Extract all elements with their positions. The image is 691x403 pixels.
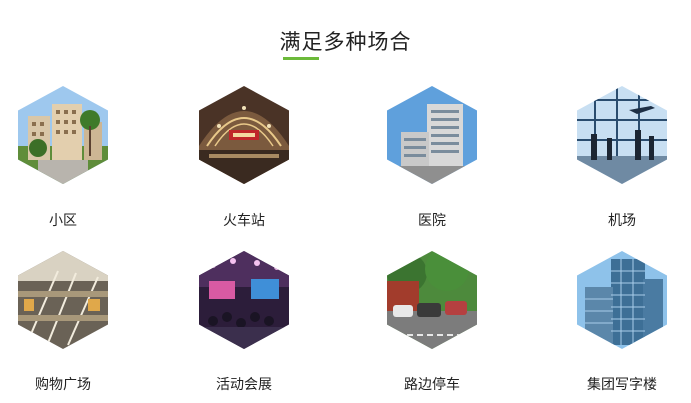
section-title: 满足多种场合 [279, 30, 412, 54]
train-station-photo [199, 86, 289, 184]
scene-label-exhibition: 活动会展 [216, 377, 272, 393]
scene-card-hospital[interactable]: 医院 [372, 86, 492, 236]
shopping-mall-photo [18, 251, 108, 349]
office-tower-photo [577, 251, 667, 349]
residential-community-photo [18, 86, 108, 184]
scene-card-airport[interactable]: 机场 [562, 86, 682, 236]
scene-label-roadside-parking: 路边停车 [404, 377, 460, 393]
scene-label-office-tower: 集团写字楼 [587, 377, 657, 393]
scene-label-hospital: 医院 [418, 213, 446, 229]
scene-label-airport: 机场 [608, 213, 636, 229]
scene-card-office-tower[interactable]: 集团写字楼 [562, 251, 682, 401]
scene-label-shopping-mall: 购物广场 [35, 377, 91, 393]
roadside-parking-photo [387, 251, 477, 349]
hospital-photo [387, 86, 477, 184]
scene-card-residential[interactable]: 小区 [3, 86, 123, 236]
title-underline [283, 57, 319, 60]
scene-card-exhibition[interactable]: 活动会展 [184, 251, 304, 401]
scene-card-shopping-mall[interactable]: 购物广场 [3, 251, 123, 401]
section-header: 满足多种场合 [0, 0, 691, 70]
exhibition-event-photo [199, 251, 289, 349]
airport-photo [577, 86, 667, 184]
scene-card-train-station[interactable]: 火车站 [184, 86, 304, 236]
scene-label-residential: 小区 [49, 213, 77, 229]
scene-card-roadside-parking[interactable]: 路边停车 [372, 251, 492, 401]
scene-label-train-station: 火车站 [223, 213, 265, 229]
